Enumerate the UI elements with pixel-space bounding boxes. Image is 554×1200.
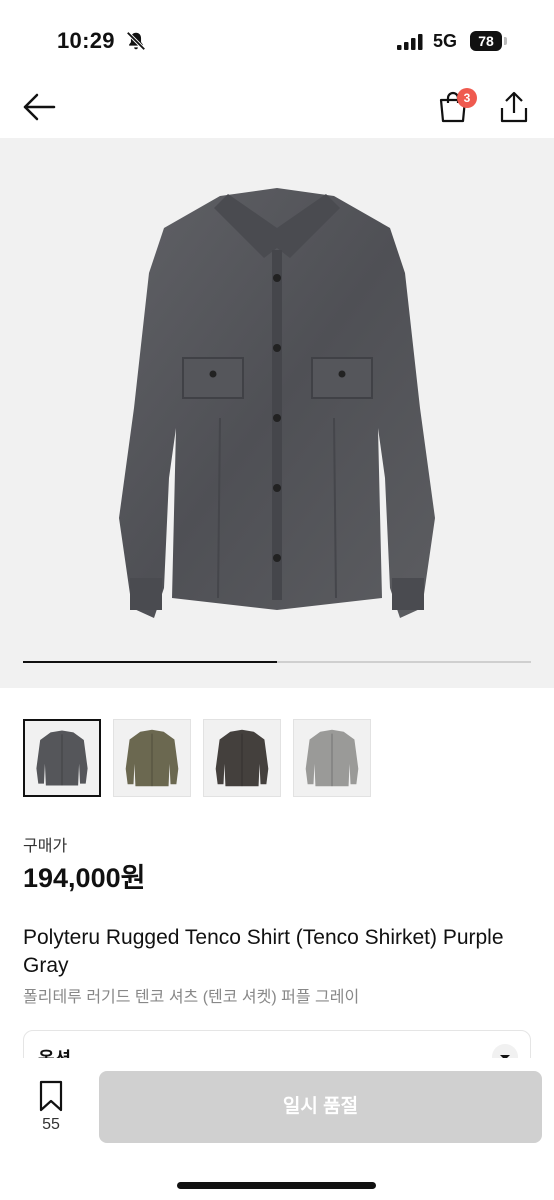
thumbnail-3[interactable] <box>203 719 281 797</box>
bookmark-button[interactable]: 55 <box>30 1080 72 1136</box>
cart-count-badge: 3 <box>457 88 477 108</box>
product-image-gallery[interactable] <box>0 138 554 688</box>
thumbnail-shirt-image <box>36 730 88 786</box>
status-bar: 10:29 5G 78 <box>0 0 554 80</box>
back-arrow-icon[interactable] <box>22 92 56 122</box>
product-price: 194,000원 <box>23 863 146 893</box>
battery-level: 78 <box>470 31 502 51</box>
thumbnail-2[interactable] <box>113 719 191 797</box>
thumbnail-4[interactable] <box>293 719 371 797</box>
thumbnail-shirt-image <box>125 729 179 787</box>
thumbnail-shirt-image <box>215 729 269 787</box>
battery-icon: 78 <box>470 31 508 51</box>
top-nav: 3 <box>0 80 554 136</box>
price-label: 구매가 <box>23 838 68 855</box>
share-icon[interactable] <box>498 90 530 124</box>
bookmark-count: 55 <box>42 1116 60 1133</box>
gallery-progress-bar <box>23 661 531 663</box>
sold-out-button[interactable]: 일시 품절 <box>99 1071 542 1143</box>
network-type: 5G <box>433 31 458 51</box>
product-title-en: Polyteru Rugged Tenco Shirt (Tenco Shirk… <box>23 926 504 977</box>
product-title-ko: 폴리테루 러기드 텐코 셔츠 (텐코 셔켓) 퍼플 그레이 <box>23 989 360 1006</box>
thumbnail-shirt-image <box>305 729 359 787</box>
bottom-action-bar: 55 일시 품절 <box>0 1058 554 1200</box>
gallery-progress-fill <box>23 661 277 663</box>
bookmark-icon <box>39 1080 63 1112</box>
status-time: 10:29 <box>57 28 115 53</box>
signal-icon <box>397 34 423 50</box>
product-shirt-image <box>119 188 435 618</box>
thumbnail-1[interactable] <box>23 719 101 797</box>
bell-muted-icon <box>126 31 146 51</box>
home-indicator <box>177 1182 376 1189</box>
thumbnail-strip <box>23 719 383 799</box>
